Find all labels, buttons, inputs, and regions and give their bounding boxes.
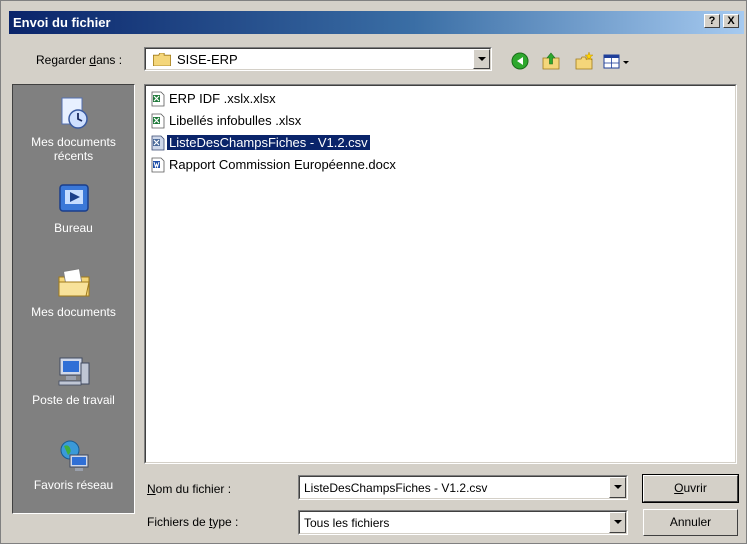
look-in-dropdown-button[interactable] xyxy=(473,49,490,69)
list-item[interactable]: ListeDesChampsFiches - V1.2.csv xyxy=(151,134,371,152)
up-folder-icon[interactable] xyxy=(540,50,562,72)
look-in-dropdown[interactable]: SISE-ERP xyxy=(144,47,492,71)
look-in-value: SISE-ERP xyxy=(177,52,238,67)
file-name: Rapport Commission Européenne.docx xyxy=(169,157,396,173)
open-button[interactable]: Ouvrir xyxy=(642,474,739,503)
file-list[interactable]: ERP IDF .xslx.xlsx Libellés infobulles .… xyxy=(144,84,737,464)
filename-value: ListeDesChampsFiches - V1.2.csv xyxy=(304,481,488,495)
places-bar: Mes documents récents Bureau Mes documen… xyxy=(12,84,135,514)
place-label: Poste de travail xyxy=(32,393,115,407)
recent-documents-icon xyxy=(61,97,88,129)
window-title: Envoi du fichier xyxy=(13,15,111,30)
file-name: ERP IDF .xslx.xlsx xyxy=(169,91,276,107)
new-folder-icon[interactable] xyxy=(573,50,595,72)
word-file-icon xyxy=(151,157,165,172)
excel-file-icon xyxy=(151,113,165,128)
close-button[interactable]: X xyxy=(723,14,739,28)
desktop-icon xyxy=(58,184,89,212)
back-icon[interactable] xyxy=(509,50,531,72)
csv-file-icon xyxy=(151,135,165,150)
file-name: ListeDesChampsFiches - V1.2.csv xyxy=(166,134,371,152)
title-bar[interactable]: Envoi du fichier ? X xyxy=(9,11,744,34)
file-open-dialog: Envoi du fichier ? X Regarder dans : SIS… xyxy=(0,0,747,544)
place-recent-documents[interactable]: Mes documents récents xyxy=(13,95,134,163)
place-my-computer[interactable]: Poste de travail xyxy=(13,353,134,407)
filetype-dropdown[interactable]: Tous les fichiers xyxy=(298,510,628,535)
place-label: Mes documents récents xyxy=(31,135,116,163)
folder-icon xyxy=(153,53,171,66)
place-my-documents[interactable]: Mes documents xyxy=(13,265,134,319)
filetype-value: Tous les fichiers xyxy=(304,516,390,530)
place-label: Mes documents xyxy=(31,305,116,319)
help-button[interactable]: ? xyxy=(704,14,720,28)
file-name: Libellés infobulles .xlsx xyxy=(169,113,302,129)
view-menu-icon[interactable] xyxy=(602,50,632,72)
place-desktop[interactable]: Bureau xyxy=(13,181,134,235)
filename-input[interactable]: ListeDesChampsFiches - V1.2.csv xyxy=(298,475,628,500)
my-computer-icon xyxy=(58,357,89,386)
place-label: Bureau xyxy=(54,221,93,235)
filetype-label: Fichiers de type : xyxy=(147,515,239,529)
place-network[interactable]: Favoris réseau xyxy=(13,438,134,492)
my-documents-icon xyxy=(58,268,90,297)
filename-dropdown-button[interactable] xyxy=(609,477,626,498)
excel-file-icon xyxy=(151,91,165,106)
filetype-dropdown-button[interactable] xyxy=(609,512,626,533)
filename-label: Nom du fichier : xyxy=(147,482,232,496)
look-in-label: Regarder dans : xyxy=(36,53,123,67)
cancel-button[interactable]: Annuler xyxy=(643,509,738,536)
list-item[interactable]: Libellés infobulles .xlsx xyxy=(151,112,303,130)
place-label: Favoris réseau xyxy=(33,478,114,492)
list-item[interactable]: Rapport Commission Européenne.docx xyxy=(151,156,398,174)
network-places-icon xyxy=(60,440,88,471)
list-item[interactable]: ERP IDF .xslx.xlsx xyxy=(151,90,278,108)
